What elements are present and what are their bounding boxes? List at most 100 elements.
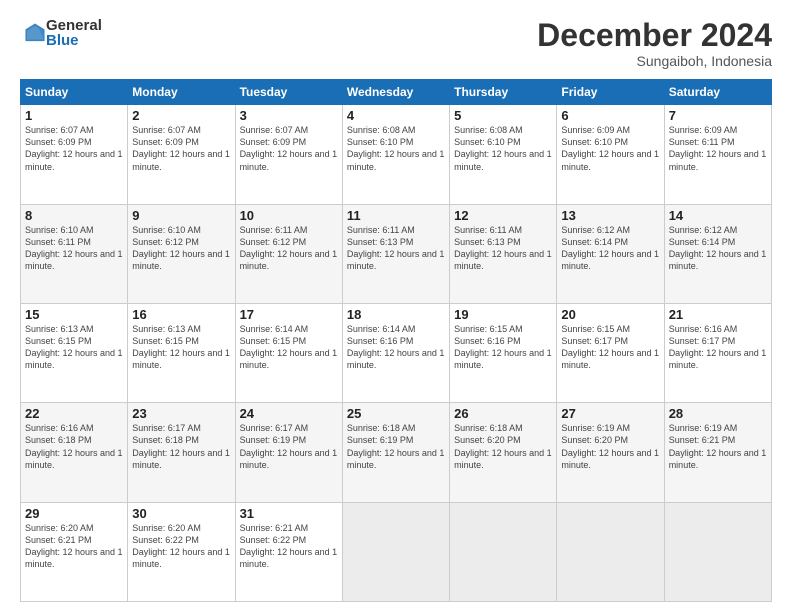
calendar-cell: 21 Sunrise: 6:16 AMSunset: 6:17 PMDaylig…: [664, 303, 771, 402]
calendar-cell: [557, 502, 664, 601]
day-header-monday: Monday: [128, 80, 235, 105]
day-info: Sunrise: 6:20 AMSunset: 6:21 PMDaylight:…: [25, 523, 123, 569]
day-info: Sunrise: 6:08 AMSunset: 6:10 PMDaylight:…: [347, 125, 445, 171]
day-number: 31: [240, 506, 338, 521]
day-number: 10: [240, 208, 338, 223]
day-number: 22: [25, 406, 123, 421]
calendar-week-3: 15 Sunrise: 6:13 AMSunset: 6:15 PMDaylig…: [21, 303, 772, 402]
calendar-cell: 8 Sunrise: 6:10 AMSunset: 6:11 PMDayligh…: [21, 204, 128, 303]
calendar-cell: 25 Sunrise: 6:18 AMSunset: 6:19 PMDaylig…: [342, 403, 449, 502]
calendar-cell: 15 Sunrise: 6:13 AMSunset: 6:15 PMDaylig…: [21, 303, 128, 402]
calendar-cell: 30 Sunrise: 6:20 AMSunset: 6:22 PMDaylig…: [128, 502, 235, 601]
day-header-wednesday: Wednesday: [342, 80, 449, 105]
calendar-cell: [450, 502, 557, 601]
calendar-table: SundayMondayTuesdayWednesdayThursdayFrid…: [20, 79, 772, 602]
logo-blue: Blue: [46, 33, 102, 48]
day-info: Sunrise: 6:14 AMSunset: 6:15 PMDaylight:…: [240, 324, 338, 370]
day-number: 30: [132, 506, 230, 521]
calendar-cell: 9 Sunrise: 6:10 AMSunset: 6:12 PMDayligh…: [128, 204, 235, 303]
day-number: 5: [454, 108, 552, 123]
day-info: Sunrise: 6:11 AMSunset: 6:13 PMDaylight:…: [347, 225, 445, 271]
day-info: Sunrise: 6:15 AMSunset: 6:16 PMDaylight:…: [454, 324, 552, 370]
calendar-cell: 4 Sunrise: 6:08 AMSunset: 6:10 PMDayligh…: [342, 105, 449, 204]
calendar-cell: 19 Sunrise: 6:15 AMSunset: 6:16 PMDaylig…: [450, 303, 557, 402]
day-number: 23: [132, 406, 230, 421]
day-info: Sunrise: 6:19 AMSunset: 6:20 PMDaylight:…: [561, 423, 659, 469]
calendar-cell: 26 Sunrise: 6:18 AMSunset: 6:20 PMDaylig…: [450, 403, 557, 502]
day-header-tuesday: Tuesday: [235, 80, 342, 105]
calendar-cell: 28 Sunrise: 6:19 AMSunset: 6:21 PMDaylig…: [664, 403, 771, 502]
day-number: 15: [25, 307, 123, 322]
day-info: Sunrise: 6:18 AMSunset: 6:19 PMDaylight:…: [347, 423, 445, 469]
logo-text: General Blue: [46, 18, 102, 48]
day-info: Sunrise: 6:09 AMSunset: 6:10 PMDaylight:…: [561, 125, 659, 171]
calendar-week-1: 1 Sunrise: 6:07 AMSunset: 6:09 PMDayligh…: [21, 105, 772, 204]
day-number: 13: [561, 208, 659, 223]
header-row: SundayMondayTuesdayWednesdayThursdayFrid…: [21, 80, 772, 105]
calendar-cell: 2 Sunrise: 6:07 AMSunset: 6:09 PMDayligh…: [128, 105, 235, 204]
day-number: 21: [669, 307, 767, 322]
day-number: 17: [240, 307, 338, 322]
day-header-saturday: Saturday: [664, 80, 771, 105]
day-info: Sunrise: 6:08 AMSunset: 6:10 PMDaylight:…: [454, 125, 552, 171]
day-number: 6: [561, 108, 659, 123]
day-info: Sunrise: 6:17 AMSunset: 6:18 PMDaylight:…: [132, 423, 230, 469]
day-info: Sunrise: 6:17 AMSunset: 6:19 PMDaylight:…: [240, 423, 338, 469]
day-number: 12: [454, 208, 552, 223]
day-number: 20: [561, 307, 659, 322]
calendar-cell: 7 Sunrise: 6:09 AMSunset: 6:11 PMDayligh…: [664, 105, 771, 204]
day-header-sunday: Sunday: [21, 80, 128, 105]
day-info: Sunrise: 6:16 AMSunset: 6:18 PMDaylight:…: [25, 423, 123, 469]
day-info: Sunrise: 6:19 AMSunset: 6:21 PMDaylight:…: [669, 423, 767, 469]
calendar-header: SundayMondayTuesdayWednesdayThursdayFrid…: [21, 80, 772, 105]
day-number: 19: [454, 307, 552, 322]
calendar-cell: 5 Sunrise: 6:08 AMSunset: 6:10 PMDayligh…: [450, 105, 557, 204]
calendar-cell: 18 Sunrise: 6:14 AMSunset: 6:16 PMDaylig…: [342, 303, 449, 402]
day-number: 16: [132, 307, 230, 322]
day-info: Sunrise: 6:07 AMSunset: 6:09 PMDaylight:…: [132, 125, 230, 171]
day-info: Sunrise: 6:10 AMSunset: 6:11 PMDaylight:…: [25, 225, 123, 271]
logo-icon: [24, 22, 46, 44]
day-number: 26: [454, 406, 552, 421]
day-header-thursday: Thursday: [450, 80, 557, 105]
day-number: 14: [669, 208, 767, 223]
day-number: 25: [347, 406, 445, 421]
calendar-cell: 16 Sunrise: 6:13 AMSunset: 6:15 PMDaylig…: [128, 303, 235, 402]
calendar-cell: 27 Sunrise: 6:19 AMSunset: 6:20 PMDaylig…: [557, 403, 664, 502]
day-info: Sunrise: 6:07 AMSunset: 6:09 PMDaylight:…: [25, 125, 123, 171]
calendar-cell: 17 Sunrise: 6:14 AMSunset: 6:15 PMDaylig…: [235, 303, 342, 402]
calendar-cell: 31 Sunrise: 6:21 AMSunset: 6:22 PMDaylig…: [235, 502, 342, 601]
day-info: Sunrise: 6:13 AMSunset: 6:15 PMDaylight:…: [132, 324, 230, 370]
day-info: Sunrise: 6:15 AMSunset: 6:17 PMDaylight:…: [561, 324, 659, 370]
calendar-cell: 3 Sunrise: 6:07 AMSunset: 6:09 PMDayligh…: [235, 105, 342, 204]
day-number: 9: [132, 208, 230, 223]
calendar-cell: 29 Sunrise: 6:20 AMSunset: 6:21 PMDaylig…: [21, 502, 128, 601]
header: General Blue December 2024 Sungaiboh, In…: [20, 18, 772, 69]
calendar-cell: 14 Sunrise: 6:12 AMSunset: 6:14 PMDaylig…: [664, 204, 771, 303]
calendar-cell: 23 Sunrise: 6:17 AMSunset: 6:18 PMDaylig…: [128, 403, 235, 502]
day-number: 1: [25, 108, 123, 123]
day-info: Sunrise: 6:11 AMSunset: 6:12 PMDaylight:…: [240, 225, 338, 271]
page: General Blue December 2024 Sungaiboh, In…: [0, 0, 792, 612]
day-info: Sunrise: 6:10 AMSunset: 6:12 PMDaylight:…: [132, 225, 230, 271]
day-number: 28: [669, 406, 767, 421]
calendar-cell: 12 Sunrise: 6:11 AMSunset: 6:13 PMDaylig…: [450, 204, 557, 303]
calendar-body: 1 Sunrise: 6:07 AMSunset: 6:09 PMDayligh…: [21, 105, 772, 602]
calendar-cell: 1 Sunrise: 6:07 AMSunset: 6:09 PMDayligh…: [21, 105, 128, 204]
month-title: December 2024: [537, 18, 772, 53]
day-number: 18: [347, 307, 445, 322]
logo: General Blue: [20, 18, 102, 48]
day-number: 3: [240, 108, 338, 123]
day-info: Sunrise: 6:16 AMSunset: 6:17 PMDaylight:…: [669, 324, 767, 370]
title-section: December 2024 Sungaiboh, Indonesia: [537, 18, 772, 69]
calendar-cell: 22 Sunrise: 6:16 AMSunset: 6:18 PMDaylig…: [21, 403, 128, 502]
calendar-cell: 6 Sunrise: 6:09 AMSunset: 6:10 PMDayligh…: [557, 105, 664, 204]
calendar-cell: [664, 502, 771, 601]
day-number: 24: [240, 406, 338, 421]
day-info: Sunrise: 6:12 AMSunset: 6:14 PMDaylight:…: [561, 225, 659, 271]
logo-general: General: [46, 18, 102, 33]
day-info: Sunrise: 6:21 AMSunset: 6:22 PMDaylight:…: [240, 523, 338, 569]
calendar-week-5: 29 Sunrise: 6:20 AMSunset: 6:21 PMDaylig…: [21, 502, 772, 601]
calendar-cell: 20 Sunrise: 6:15 AMSunset: 6:17 PMDaylig…: [557, 303, 664, 402]
day-number: 7: [669, 108, 767, 123]
